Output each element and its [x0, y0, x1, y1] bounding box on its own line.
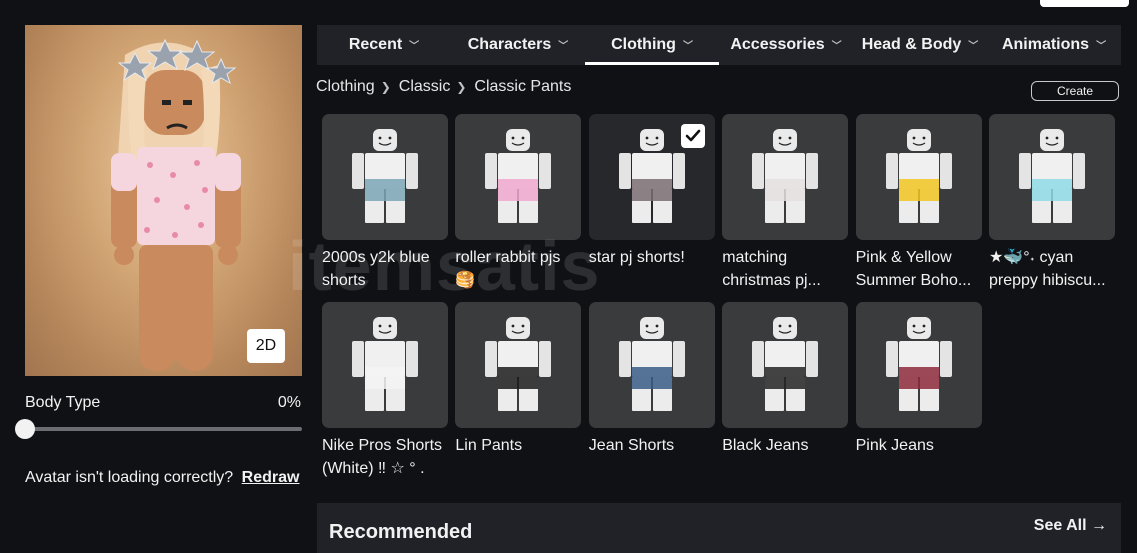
- tab-label: Characters: [467, 36, 552, 53]
- item-name: Pink & Yellow Summer Boho...: [855, 249, 972, 289]
- chevron-right-icon: ❯: [380, 80, 391, 94]
- item-thumbnail[interactable]: [588, 302, 715, 428]
- body-type-label: Body Type: [25, 394, 101, 411]
- item-name: Lin Pants: [455, 437, 523, 454]
- item-thumbnail[interactable]: [322, 302, 448, 428]
- recommended-panel: Recommended See All →: [317, 503, 1121, 553]
- item-thumbnail[interactable]: [588, 114, 715, 240]
- item-name: Black Jeans: [722, 437, 809, 454]
- item-thumbnail[interactable]: [722, 114, 849, 240]
- item-card[interactable]: matching christmas pj...: [722, 114, 849, 292]
- breadcrumb: Clothing ❯ Classic ❯ Classic Pants: [316, 78, 571, 96]
- chevron-down-icon: ﹀: [558, 40, 569, 52]
- item-thumbnail[interactable]: [322, 114, 448, 240]
- pants-thumbnail-icon: [752, 129, 819, 223]
- tab-label: Accessories: [730, 36, 825, 53]
- item-name: ★🐳°˖ cyan preppy hibiscu...: [989, 249, 1106, 289]
- item-name: 2000s y2k blue shorts: [322, 249, 430, 289]
- pants-thumbnail-icon: [618, 317, 685, 411]
- item-grid: 2000s y2k blue shorts roller rabbit pjs 🥞…: [322, 114, 1122, 494]
- item-name: Nike Pros Shorts (White) ‼ ☆ ° .: [322, 437, 443, 477]
- pants-thumbnail-icon: [752, 317, 819, 411]
- category-tabbar: Recent ﹀ Characters ﹀ Clothing ﹀ Accessories ﹀ H…: [317, 25, 1121, 65]
- item-card[interactable]: Pink & Yellow Summer Boho...: [855, 114, 982, 292]
- item-thumbnail[interactable]: [455, 302, 582, 428]
- breadcrumb-item[interactable]: Clothing: [316, 78, 375, 96]
- redraw-link[interactable]: Redraw: [242, 469, 300, 486]
- avatar-preview: 2D: [25, 25, 302, 376]
- pants-thumbnail-icon: [352, 129, 418, 223]
- item-thumbnail[interactable]: [455, 114, 582, 240]
- avatar-figure: [111, 38, 241, 371]
- avatar-loading-row: Avatar isn't loading correctly? Redraw: [25, 469, 299, 487]
- see-all-link[interactable]: See All →: [1034, 517, 1107, 535]
- tab-label: Clothing: [611, 36, 676, 53]
- breadcrumb-item: Classic Pants: [474, 78, 572, 95]
- item-thumbnail[interactable]: [855, 302, 982, 428]
- item-card[interactable]: Jean Shorts: [588, 302, 715, 480]
- tab-clothing[interactable]: Clothing ﹀: [585, 25, 719, 65]
- breadcrumb-item[interactable]: Classic: [399, 78, 451, 96]
- recommended-title: Recommended: [329, 521, 473, 543]
- avatar-loading-text: Avatar isn't loading correctly?: [25, 469, 234, 486]
- tab-label: Recent: [348, 36, 403, 53]
- item-name: matching christmas pj...: [722, 249, 821, 289]
- chevron-down-icon: ﹀: [682, 40, 693, 52]
- tab-label: Head & Body: [861, 36, 962, 53]
- item-card[interactable]: roller rabbit pjs 🥞: [455, 114, 582, 292]
- tab-recent[interactable]: Recent ﹀: [317, 25, 451, 65]
- pants-thumbnail-icon: [618, 129, 685, 223]
- tab-characters[interactable]: Characters ﹀: [451, 25, 585, 65]
- create-button[interactable]: Create: [1031, 81, 1119, 101]
- item-card[interactable]: star pj shorts!: [588, 114, 715, 292]
- pants-thumbnail-icon: [1019, 129, 1085, 223]
- item-name: Pink Jeans: [855, 437, 934, 454]
- tab-head-body[interactable]: Head & Body ﹀: [853, 25, 987, 65]
- item-card[interactable]: Black Jeans: [722, 302, 849, 480]
- item-card[interactable]: Nike Pros Shorts (White) ‼ ☆ ° .: [322, 302, 448, 480]
- chevron-down-icon: ﹀: [831, 40, 842, 52]
- pants-thumbnail-icon: [485, 129, 552, 223]
- item-name: star pj shorts!: [588, 249, 685, 266]
- item-card[interactable]: Pink Jeans: [855, 302, 982, 480]
- item-thumbnail[interactable]: [722, 302, 849, 428]
- chevron-right-icon: ❯: [456, 80, 467, 94]
- tab-animations[interactable]: Animations ﹀: [987, 25, 1121, 65]
- body-type-slider-track[interactable]: [25, 427, 302, 431]
- pants-thumbnail-icon: [885, 129, 952, 223]
- top-button-stub[interactable]: [1040, 0, 1129, 7]
- chevron-down-icon: ﹀: [409, 40, 420, 52]
- tab-accessories[interactable]: Accessories ﹀: [719, 25, 853, 65]
- pants-thumbnail-icon: [885, 317, 952, 411]
- item-card[interactable]: 2000s y2k blue shorts: [322, 114, 448, 292]
- tab-label: Animations: [1001, 36, 1090, 53]
- item-thumbnail[interactable]: [855, 114, 982, 240]
- item-name: Jean Shorts: [588, 437, 675, 454]
- 2d-toggle-button[interactable]: 2D: [247, 329, 285, 363]
- item-name: roller rabbit pjs 🥞: [455, 249, 561, 289]
- pants-thumbnail-icon: [352, 317, 418, 411]
- pants-thumbnail-icon: [485, 317, 552, 411]
- checkmark-icon[interactable]: [680, 124, 705, 148]
- chevron-down-icon: ﹀: [968, 40, 979, 52]
- item-thumbnail[interactable]: [989, 114, 1115, 240]
- body-type-value: 0%: [277, 394, 301, 411]
- chevron-down-icon: ﹀: [1096, 40, 1107, 52]
- item-card[interactable]: Lin Pants: [455, 302, 582, 480]
- body-type-slider-thumb[interactable]: [15, 419, 35, 439]
- item-card[interactable]: ★🐳°˖ cyan preppy hibiscu...: [989, 114, 1115, 292]
